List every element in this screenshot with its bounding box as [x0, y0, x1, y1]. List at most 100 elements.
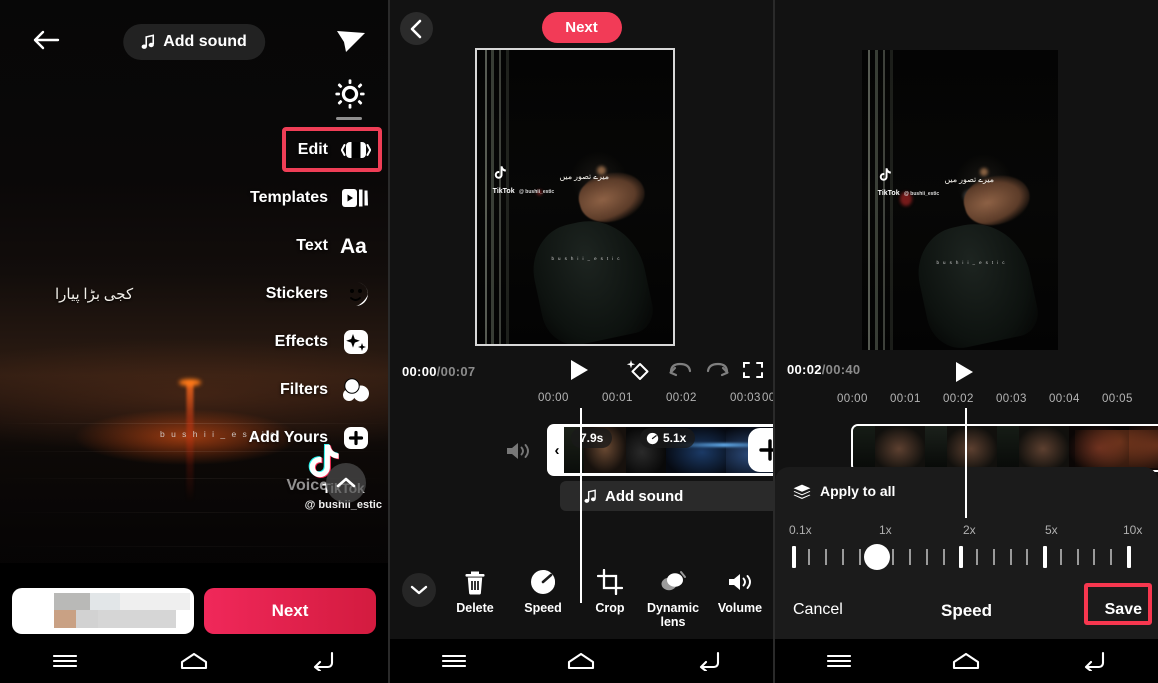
slider-label: 2x [963, 523, 976, 537]
speedometer-icon [646, 432, 659, 445]
home-icon[interactable] [171, 646, 217, 676]
hamburger-icon[interactable] [42, 646, 88, 676]
save-button[interactable]: Save [1105, 601, 1142, 619]
clip-trim-handle-left[interactable]: ‹ [550, 427, 564, 473]
crop-tool-button[interactable]: Crop [575, 567, 645, 616]
send-icon[interactable] [332, 24, 370, 58]
layers-icon [793, 484, 811, 499]
speed-slider-knob[interactable] [864, 544, 890, 570]
video-preview[interactable]: میرے تصور میں TikTok @ bushii_estic b u … [475, 48, 675, 346]
sidebar-item-label: Text [296, 237, 328, 254]
apply-to-all-button[interactable]: Apply to all [793, 483, 895, 499]
filters-circles-icon [340, 375, 372, 405]
left-bottom-actions: Next [0, 585, 388, 637]
next-button[interactable]: Next [204, 588, 376, 634]
sidebar-item-stickers[interactable]: Stickers [178, 270, 388, 318]
hamburger-icon[interactable] [431, 646, 477, 676]
sidebar-item-label: Effects [274, 333, 328, 350]
back-arrow-icon[interactable] [1071, 646, 1117, 676]
play-button[interactable] [953, 360, 975, 384]
clip-speed-value: 5.1x [663, 431, 687, 445]
tiktok-wordmark: TikTok [492, 187, 515, 195]
tiktok-note-icon [878, 167, 940, 182]
timeline-tick: 00 [762, 392, 773, 404]
clip-duration-badge: 7.9s [571, 428, 613, 448]
video-urdu-caption: کجی بڑا پیارا [55, 287, 134, 303]
tiktok-handle: @ bushii_estic [519, 188, 555, 195]
dynamic-lens-tool-button[interactable]: Dynamic lens [638, 567, 708, 630]
crop-icon [575, 567, 645, 597]
timeline-playhead[interactable] [965, 408, 967, 518]
back-arrow-icon[interactable] [300, 646, 346, 676]
tiktok-post-editor-panel: Add sound Edit Templates Text Aa Sticker… [0, 0, 388, 683]
back-button[interactable] [28, 22, 64, 58]
timeline-playhead[interactable] [580, 408, 582, 603]
current-time: 00:00 [402, 363, 437, 379]
sidebar-item-edit[interactable]: Edit [178, 126, 388, 174]
current-time: 00:02 [787, 362, 822, 377]
trash-icon [440, 567, 510, 597]
editor-top-bar: Next [390, 8, 773, 52]
timeline-tick: 00:00 [837, 393, 868, 405]
timeline-tick: 00:01 [602, 392, 633, 404]
chevron-down-icon[interactable] [402, 573, 436, 607]
stickers-icon [340, 279, 372, 309]
home-icon[interactable] [943, 646, 989, 676]
tool-label: Volume [717, 601, 763, 615]
fullscreen-button[interactable] [742, 360, 764, 380]
add-sound-label: Add sound [163, 33, 247, 50]
sheet-title: Speed [940, 601, 993, 620]
clip-speed-badge: 5.1x [640, 428, 696, 448]
sidebar-item-filters[interactable]: Filters [178, 366, 388, 414]
video-editor-panel: Next میرے تصور میں TikTok @ bushii_estic… [388, 0, 773, 683]
cancel-button[interactable]: Cancel [793, 601, 843, 619]
back-button[interactable] [400, 12, 433, 45]
play-button[interactable] [568, 358, 590, 382]
undo-button[interactable] [668, 360, 692, 380]
text-aa-icon: Aa [340, 231, 372, 261]
sparkle-diamond-icon[interactable] [626, 359, 652, 383]
caption-input[interactable] [12, 588, 194, 634]
preview-urdu-caption: میرے تصور میں [559, 172, 610, 181]
add-sound-button[interactable]: Add sound [123, 24, 265, 60]
time-display: 00:02/00:40 [787, 362, 860, 377]
speed-settings-panel: میرے تصور میں TikTok @ bushii_estic b u … [773, 0, 1158, 683]
timeline-tick: 00:02 [943, 393, 974, 405]
slider-label: 0.1x [789, 523, 812, 537]
speed-tool-button[interactable]: Speed [508, 567, 578, 616]
speed-slider[interactable] [775, 544, 1158, 570]
sidebar-item-effects[interactable]: Effects [178, 318, 388, 366]
sun-icon[interactable] [332, 76, 368, 112]
volume-tool-button[interactable]: Volume [705, 567, 773, 616]
video-clip-track[interactable] [851, 424, 1158, 472]
back-arrow-icon[interactable] [686, 646, 732, 676]
add-clip-button[interactable] [751, 431, 773, 469]
music-note-icon [584, 488, 597, 504]
next-button[interactable]: Next [541, 12, 622, 43]
dynamic-lens-icon [638, 567, 708, 597]
home-icon[interactable] [558, 646, 604, 676]
tool-label: Delete [456, 601, 494, 615]
chevron-up-icon[interactable] [326, 463, 366, 503]
android-navigation-bar [775, 639, 1158, 683]
sidebar-item-templates[interactable]: Templates [178, 174, 388, 222]
sidebar-item-label: Templates [250, 189, 328, 206]
hamburger-icon[interactable] [816, 646, 862, 676]
add-sound-track[interactable]: Add sound [560, 481, 773, 511]
redo-button[interactable] [706, 360, 730, 380]
sidebar-item-label: Stickers [265, 285, 328, 302]
speaker-icon[interactable] [502, 438, 534, 464]
time-display: 00:00/00:07 [402, 364, 475, 379]
sidebar-item-text[interactable]: Text Aa [178, 222, 388, 270]
slider-label: 5x [1045, 523, 1058, 537]
tiktok-wordmark: TikTok [877, 190, 900, 197]
timeline-tick: 00:02 [666, 392, 697, 404]
delete-tool-button[interactable]: Delete [440, 567, 510, 616]
apply-to-all-label: Apply to all [820, 483, 896, 499]
preview-urdu-caption: میرے تصور میں [944, 174, 995, 184]
total-time: /00:40 [821, 362, 861, 377]
android-navigation-bar [390, 639, 773, 683]
playback-controls: 00:02/00:40 [775, 362, 1158, 386]
video-preview[interactable]: میرے تصور میں TikTok @ bushii_estic b u … [862, 50, 1058, 350]
left-top-bar: Add sound [0, 22, 388, 62]
